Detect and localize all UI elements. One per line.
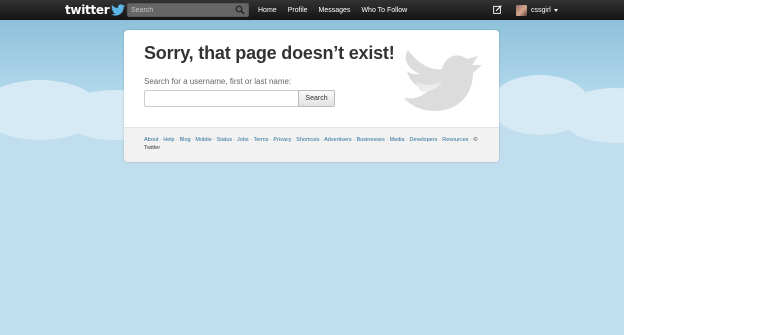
footer: About · Help · Blog · Mobile · Status · … [124,127,499,162]
footer-separator: · [269,137,272,143]
footer-separator: · [159,137,162,143]
footer-link-jobs[interactable]: Jobs [237,137,249,143]
twitter-bird-icon [111,4,126,16]
footer-link-developers[interactable]: Developers [410,137,438,143]
nav-messages[interactable]: Messages [319,7,351,14]
avatar [516,4,527,16]
footer-separator: · [438,137,441,143]
footer-separator: · [192,137,194,143]
search-prompt: Search for a username, first or last nam… [144,77,292,86]
logo-text: twitter [65,3,110,17]
main-nav: Home Profile Messages Who To Follow [258,0,407,20]
footer-separator: · [353,137,356,143]
error-card: Sorry, that page doesn’t exist! Search f… [124,30,499,162]
nav-profile[interactable]: Profile [288,7,308,14]
footer-link-blog[interactable]: Blog [180,137,191,143]
search-input[interactable] [131,4,231,16]
footer-separator: · [213,137,215,143]
footer-separator: · [176,137,178,143]
username: cssgirl [531,6,551,14]
search-button[interactable]: Search [298,90,335,107]
footer-separator: · [406,137,408,143]
twitter-logo[interactable]: twitter [65,3,126,17]
footer-separator: · [470,137,472,143]
footer-link-about[interactable]: About [144,137,158,143]
footer-separator: · [250,137,253,143]
page: twitter Home Profile Messages Who To Fol… [0,0,624,335]
footer-separator: · [386,137,389,143]
compose-icon[interactable] [493,5,502,14]
user-menu[interactable]: cssgirl [516,3,558,17]
footer-link-media[interactable]: Media [390,137,405,143]
twitter-bird-watermark [404,50,482,111]
nav-home[interactable]: Home [258,7,277,14]
chevron-down-icon [553,8,558,12]
nav-who-to-follow[interactable]: Who To Follow [361,7,407,14]
footer-links: About · Help · Blog · Mobile · Status · … [144,136,484,152]
footer-separator: · [233,137,236,143]
error-card-body: Sorry, that page doesn’t exist! Search f… [124,30,499,127]
footer-link-terms[interactable]: Terms [253,137,268,143]
search-icon[interactable] [235,5,245,15]
footer-separator: · [292,137,295,143]
search-field [127,3,249,17]
top-navigation-bar: twitter Home Profile Messages Who To Fol… [0,0,624,20]
username-search-input[interactable] [144,90,299,107]
footer-link-status[interactable]: Status [217,137,233,143]
footer-link-shortcuts[interactable]: Shortcuts [296,137,319,143]
footer-link-advertisers[interactable]: Advertisers [324,137,352,143]
footer-link-businesses[interactable]: Businesses [357,137,385,143]
footer-link-privacy[interactable]: Privacy [273,137,291,143]
footer-link-help[interactable]: Help [163,137,174,143]
footer-separator: · [321,137,323,143]
footer-link-resources[interactable]: Resources [442,137,468,143]
page-title: Sorry, that page doesn’t exist! [144,43,395,63]
footer-link-mobile[interactable]: Mobile [195,137,211,143]
